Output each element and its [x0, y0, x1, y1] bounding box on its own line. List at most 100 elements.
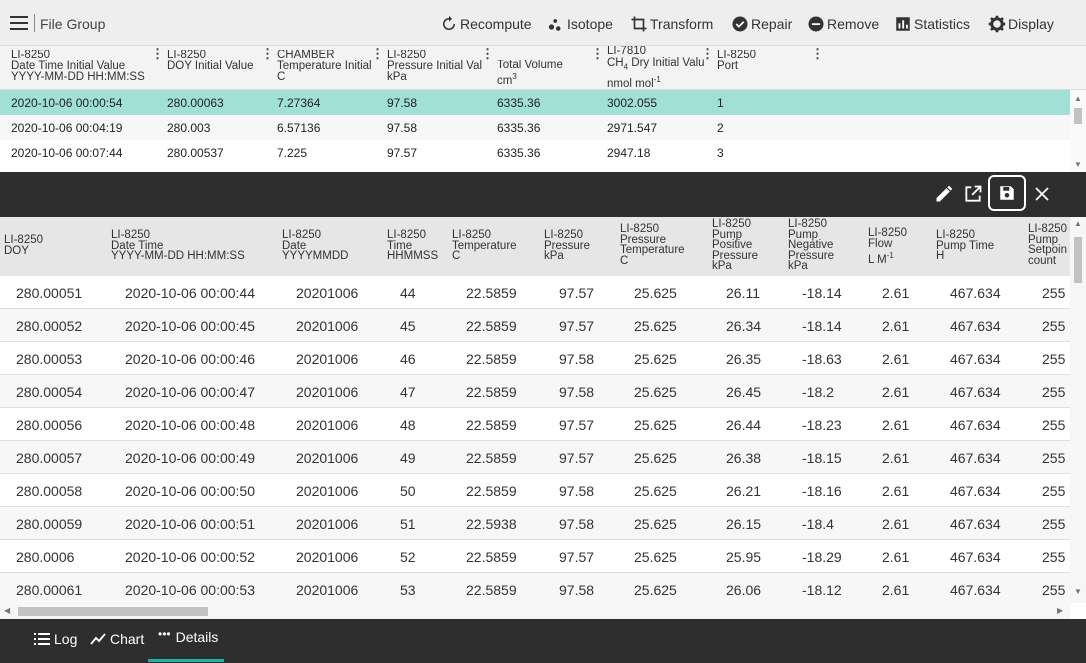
scroll-right-icon[interactable]: ▶ [1057, 606, 1063, 615]
table-cell: 2020-10-06 00:00:50 [125, 483, 255, 499]
table-cell: 97.58 [559, 483, 595, 499]
save-button[interactable] [988, 175, 1026, 211]
table-cell: 280.00061 [16, 582, 83, 598]
column-menu-icon[interactable]: ⋮ [811, 46, 824, 62]
table-cell: 48 [400, 417, 416, 433]
col-header-date[interactable]: LI-8250 Date YYYYMMDD [282, 230, 348, 262]
table-row[interactable]: 280.0006 2020-10-06 00:00:52 20201006 52 22.… [0, 540, 1070, 573]
table-cell: 97.57 [559, 549, 595, 565]
table-cell: 20201006 [296, 351, 359, 367]
scroll-up-icon[interactable]: ▲ [1074, 94, 1082, 103]
col-header-time[interactable]: LI-8250 Time HHMMSS [387, 230, 438, 262]
col-header-doy-initial[interactable]: LI-8250 DOY Initial Value [167, 50, 261, 72]
transform-label: Transform [650, 16, 714, 32]
horizontal-scroll-thumb[interactable] [18, 607, 208, 616]
isotope-button[interactable]: Isotope [547, 13, 613, 35]
close-icon[interactable] [1030, 182, 1054, 206]
table-row[interactable]: 2020-10-06 00:00:54 280.00063 7.27364 97.58… [0, 90, 1070, 115]
col-header-datetime[interactable]: LI-8250 Date Time YYYY-MM-DD HH:MM:SS [111, 230, 245, 262]
table-row[interactable]: 280.00054 2020-10-06 00:00:47 20201006 47 22… [0, 375, 1070, 408]
col-header-flow[interactable]: LI-8250 Flow L M-1 [868, 228, 907, 266]
table-row[interactable]: 280.00053 2020-10-06 00:00:46 20201006 46 22… [0, 342, 1070, 375]
table-row[interactable]: 280.00061 2020-10-06 00:00:53 20201006 53 22… [0, 573, 1070, 606]
col-header-doy[interactable]: LI-8250 DOY [4, 235, 43, 256]
col-header-ch4-initial[interactable]: LI-7810 CH4 Dry Initial Valu nmol mol-1 [607, 46, 709, 91]
table-cell: 49 [400, 450, 416, 466]
col-header-pump-setpoint[interactable]: LI-8250 Pump Setpoin count [1028, 224, 1067, 266]
column-menu-icon[interactable]: ⋮ [261, 46, 274, 62]
table-row[interactable]: 280.00059 2020-10-06 00:00:51 20201006 51 22… [0, 507, 1070, 540]
edit-icon[interactable] [932, 182, 956, 206]
table-cell: 2020-10-06 00:00:45 [125, 318, 255, 334]
upper-vertical-scrollbar[interactable]: ▲ ▼ [1070, 90, 1086, 172]
table-row[interactable]: 280.00058 2020-10-06 00:00:50 20201006 50 22… [0, 474, 1070, 507]
recompute-button[interactable]: Recompute [440, 13, 532, 35]
table-cell: 2.61 [882, 417, 910, 433]
details-vertical-scrollbar[interactable]: ▲ ▼ [1070, 217, 1086, 603]
scroll-down-icon[interactable]: ▼ [1074, 587, 1082, 596]
tab-chart[interactable]: Chart [90, 631, 144, 647]
column-menu-icon[interactable]: ⋮ [151, 46, 164, 62]
table-row[interactable]: 2020-10-06 00:07:44 280.00537 7.225 97.57 63… [0, 140, 1070, 165]
table-cell: 26.34 [726, 318, 762, 334]
table-cell: 255 [1042, 549, 1066, 565]
table-cell: 25.625 [634, 318, 677, 334]
table-cell: 97.58 [559, 516, 595, 532]
col-header-temperature[interactable]: LI-8250 Temperature C [452, 230, 517, 262]
scroll-down-icon[interactable]: ▼ [1074, 160, 1082, 169]
details-panel-toolbar [0, 172, 1086, 217]
table-cell: 22.5859 [466, 351, 517, 367]
bar-chart-icon [896, 17, 910, 31]
column-menu-icon[interactable]: ⋮ [591, 46, 604, 62]
statistics-button[interactable]: Statistics [894, 13, 970, 35]
details-horizontal-scrollbar[interactable]: ◀ ▶ [0, 603, 1070, 619]
table-cell: -18.23 [802, 417, 842, 433]
hamburger-menu-icon[interactable] [10, 16, 28, 30]
table-row[interactable]: 280.00057 2020-10-06 00:00:49 20201006 49 22… [0, 441, 1070, 474]
tab-details[interactable]: ••• Details [158, 627, 219, 645]
table-cell: -18.16 [802, 483, 842, 499]
table-cell: 255 [1042, 516, 1066, 532]
upper-scroll-thumb[interactable] [1074, 108, 1082, 124]
recompute-label: Recompute [460, 16, 532, 32]
table-row[interactable]: 280.00052 2020-10-06 00:00:45 20201006 45 22… [0, 309, 1070, 342]
column-menu-icon[interactable]: ⋮ [481, 46, 494, 62]
column-menu-icon[interactable]: ⋮ [701, 46, 714, 62]
remove-button[interactable]: Remove [807, 13, 879, 35]
col-header-total-volume[interactable]: Total Volume cm3 [497, 60, 591, 87]
table-cell: -18.63 [802, 351, 842, 367]
column-menu-icon[interactable]: ⋮ [371, 46, 384, 62]
table-cell: 97.57 [559, 285, 595, 301]
table-cell: 51 [400, 516, 416, 532]
table-cell: 97.58 [559, 582, 595, 598]
tab-details-label: Details [175, 629, 219, 645]
table-row[interactable]: 2020-10-06 00:04:19 280.003 6.57136 97.58 63… [0, 115, 1070, 140]
col-header-port[interactable]: LI-8250 Port [717, 50, 811, 72]
col-header-chamber-temp[interactable]: CHAMBER Temperature Initial C [277, 50, 377, 83]
table-cell: 26.45 [726, 384, 762, 400]
tab-log[interactable]: Log [34, 631, 77, 647]
table-row[interactable]: 280.00056 2020-10-06 00:00:48 20201006 48 22… [0, 408, 1070, 441]
table-cell: 20201006 [296, 450, 359, 466]
vertical-scroll-thumb[interactable] [1074, 237, 1082, 283]
table-cell: 280.00051 [16, 285, 83, 301]
repair-button[interactable]: Repair [731, 13, 792, 35]
col-header-pump-time[interactable]: LI-8250 Pump Time H [936, 230, 994, 262]
table-row[interactable]: 280.00051 2020-10-06 00:00:44 20201006 44 22… [0, 276, 1070, 309]
table-cell: 47 [400, 384, 416, 400]
check-circle-icon [732, 16, 748, 32]
col-header-pump-negative-pressure[interactable]: LI-8250 Pump Negative Pressure kPa [788, 219, 834, 272]
scroll-up-icon[interactable]: ▲ [1074, 219, 1082, 228]
col-header-pump-positive-pressure[interactable]: LI-8250 Pump Positive Pressure kPa [712, 219, 758, 272]
open-external-icon[interactable] [961, 182, 985, 206]
table-cell: 467.634 [950, 483, 1001, 499]
col-header-datetime-initial[interactable]: LI-8250 Date Time Initial Value YYYY-MM-DD… [11, 50, 151, 83]
display-button[interactable]: Display [988, 13, 1054, 35]
col-header-pressure-initial[interactable]: LI-8250 Pressure Initial Val kPa [387, 50, 486, 83]
scroll-left-icon[interactable]: ◀ [4, 606, 10, 615]
table-cell: 26.11 [726, 285, 760, 301]
col-header-pressure[interactable]: LI-8250 Pressure kPa [544, 230, 590, 262]
transform-button[interactable]: Transform [630, 13, 713, 35]
table-cell: 2.61 [882, 483, 910, 499]
col-header-pressure-temperature[interactable]: LI-8250 Pressure Temperature C [620, 224, 685, 266]
